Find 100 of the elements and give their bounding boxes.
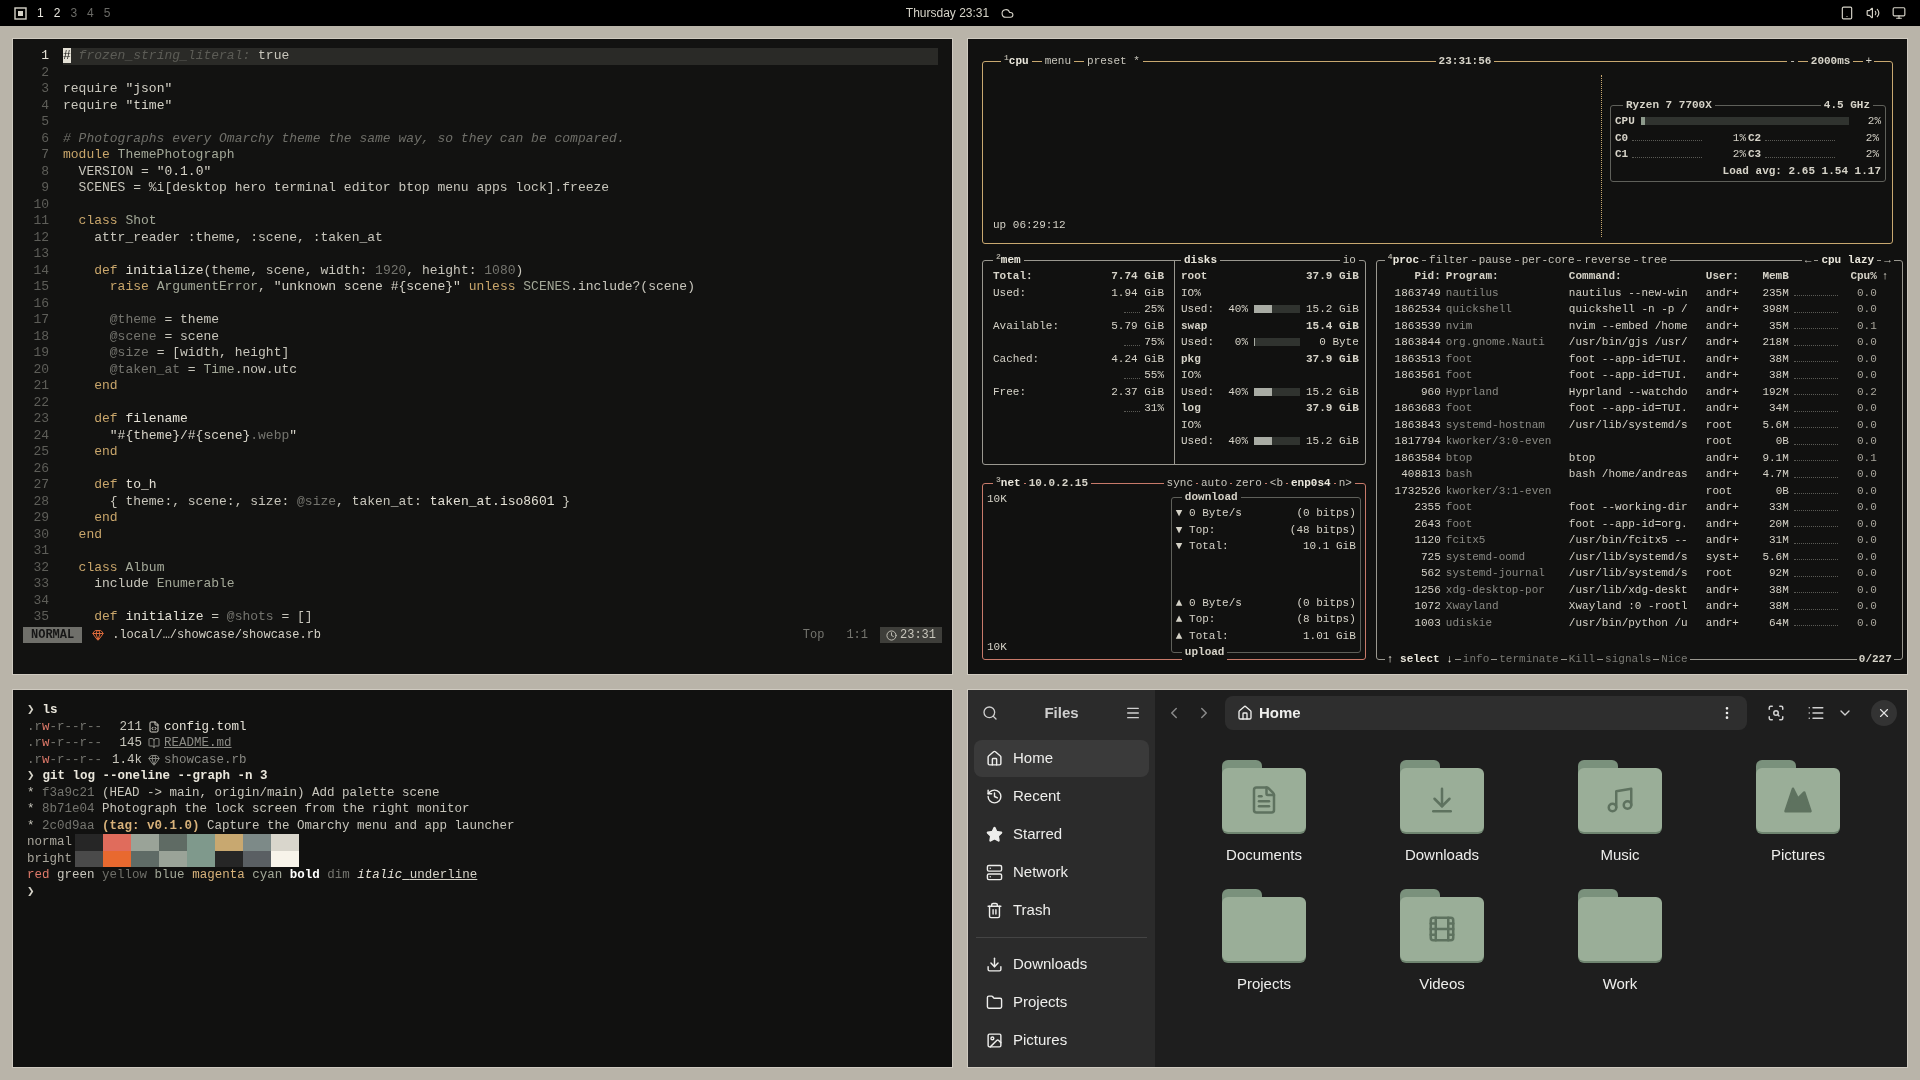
line-number: 31: [32, 543, 49, 560]
path-text: Home: [1259, 702, 1301, 723]
panel-title[interactable]: cpu lazy: [1818, 252, 1878, 268]
disk-used-value: 15.2 GiB: [1306, 434, 1359, 449]
io-label: IO%: [1181, 417, 1201, 433]
program-cell-text: org.gnome.Nauti: [1445, 335, 1546, 350]
sidebar-item[interactable]: Pictures: [974, 1022, 1149, 1059]
folder-icon[interactable]: [1578, 888, 1662, 961]
folder-label[interactable]: Documents: [1226, 844, 1302, 867]
folder-label[interactable]: Pictures: [1770, 844, 1826, 867]
code-line: @size = [width, height]: [108, 345, 291, 362]
trash-icon: [986, 902, 1003, 919]
column-header[interactable]: MemB: [1752, 268, 1789, 285]
program-cell-text: bash: [1445, 467, 1474, 482]
display-icon[interactable]: [1892, 6, 1906, 20]
pid-cell-text: 1863561: [1393, 368, 1441, 383]
cpu-cell-text: 0.1: [1856, 318, 1877, 334]
folder-icon[interactable]: [1222, 888, 1306, 961]
disk-used-value: 0 Byte: [1319, 335, 1359, 350]
search-icon[interactable]: [982, 705, 998, 721]
memory-label: Available:: [993, 318, 1059, 334]
command-cell-text: btop: [1568, 450, 1597, 466]
sidebar-item[interactable]: Recent: [974, 778, 1149, 815]
screen-icon[interactable]: [1840, 6, 1854, 20]
folder-icon[interactable]: [1578, 760, 1662, 832]
cpu-cell-text: 0.0: [1856, 615, 1877, 631]
sidebar-item[interactable]: Trash: [974, 892, 1149, 929]
column-header[interactable]: User:: [1705, 268, 1748, 285]
footer-button[interactable]: signals: [1603, 651, 1654, 667]
sidebar-item[interactable]: Home: [974, 740, 1149, 777]
core-percent: 2%: [1865, 147, 1879, 162]
folder-icon[interactable]: [1756, 760, 1840, 832]
scan-search-icon[interactable]: [1767, 704, 1785, 722]
program-cell-text: udiskie: [1445, 615, 1494, 631]
memory-label: Total:: [993, 269, 1033, 284]
path-bar[interactable]: Home: [1225, 696, 1747, 730]
line-number: 8: [40, 163, 49, 180]
folder-label[interactable]: Projects: [1236, 972, 1292, 995]
line-number: 29: [32, 510, 49, 527]
home-icon: [986, 750, 1003, 767]
sidebar-item[interactable]: Network: [974, 854, 1149, 891]
code-line: VERSION = "0.1.0": [77, 163, 213, 180]
user-cell-text: andr+: [1705, 318, 1740, 334]
menu-icon[interactable]: [1125, 705, 1141, 721]
folder-label[interactable]: Music: [1600, 844, 1640, 867]
list-view-icon[interactable]: [1807, 704, 1825, 722]
launcher-icon[interactable]: [14, 6, 27, 20]
folder-icon[interactable]: [1400, 888, 1484, 961]
volume-icon[interactable]: [1866, 6, 1880, 20]
commit-line: * 2c0d9aa (tag: v0.1.0) Capture the Omarchy menu and app launcher: [27, 817, 515, 834]
sidebar-item[interactable]: Projects: [974, 984, 1149, 1021]
prompt-symbol: ❯: [27, 883, 35, 900]
user-cell-text: andr+: [1705, 615, 1740, 631]
memory-percent: 31%: [1144, 401, 1164, 416]
uptime-text: up 06:29:12: [993, 217, 1067, 233]
cpu-cell-text: 0.0: [1856, 285, 1877, 301]
column-header[interactable]: Cpu%: [1842, 268, 1877, 285]
commit-line: * 8b71e04 Photograph the lock screen from the right monitor: [27, 801, 470, 818]
column-header[interactable]: Pid:: [1384, 268, 1441, 285]
panel-title[interactable]: $^{4}$proc: [1384, 252, 1423, 268]
program-cell-text: systemd-oomd: [1445, 549, 1527, 565]
command-cell-text: nautilus --new-win: [1568, 285, 1689, 301]
folder-icon[interactable]: [1222, 760, 1306, 832]
workspace-button[interactable]: 1: [37, 4, 44, 22]
memory-cell-text: 35M: [1768, 318, 1789, 334]
memory-cell-text: 34M: [1768, 401, 1789, 416]
memory-percent: 25%: [1144, 302, 1164, 317]
program-cell-text: kworker/3:0-even: [1445, 434, 1553, 449]
code-line: { theme:, scene:, size: @size, taken_at: taken_at.iso8601 }: [108, 493, 572, 510]
command-text: git log --oneline --graph -n 3: [42, 768, 268, 785]
program-cell-text: kworker/3:1-even: [1445, 483, 1553, 499]
sidebar-item[interactable]: Downloads: [974, 946, 1149, 983]
disk-used-percent: 0%: [1233, 335, 1248, 350]
sidebar-item[interactable]: Starred: [974, 816, 1149, 853]
code-line: def initialize = @shots = []: [93, 609, 314, 626]
folder-label[interactable]: Videos: [1419, 972, 1465, 995]
user-cell-text: andr+: [1705, 384, 1740, 400]
command-cell-text: bash /home/andreas: [1568, 467, 1689, 482]
cpu-cell-text: 0.0: [1856, 599, 1877, 614]
memory-cell-text: 38M: [1768, 599, 1789, 614]
user-cell-text: syst+: [1705, 549, 1740, 565]
line-number: 25: [32, 444, 49, 461]
folder-label[interactable]: Downloads: [1404, 844, 1480, 867]
column-header[interactable]: ↑: [1881, 268, 1894, 285]
close-button[interactable]: [1871, 700, 1897, 726]
workspace-button[interactable]: 4: [87, 4, 94, 22]
memory-cell-text: 192M: [1761, 384, 1789, 400]
core-label: C0: [1615, 130, 1629, 146]
workspace-button[interactable]: 3: [70, 4, 78, 22]
code-line: "#{theme}/#{scene}.webp": [108, 427, 299, 444]
line-number: 11: [32, 213, 49, 230]
folder-label[interactable]: Work: [1602, 972, 1638, 995]
column-header[interactable]: Command:: [1568, 268, 1701, 285]
column-header[interactable]: Program:: [1445, 268, 1564, 285]
workspace-button[interactable]: 5: [103, 4, 111, 22]
user-cell-text: andr+: [1705, 285, 1740, 301]
memory-cell-text: 38M: [1768, 368, 1789, 383]
workspace-button[interactable]: 2: [53, 4, 61, 22]
folder-icon[interactable]: [1400, 760, 1484, 832]
line-number: 10: [32, 196, 49, 213]
